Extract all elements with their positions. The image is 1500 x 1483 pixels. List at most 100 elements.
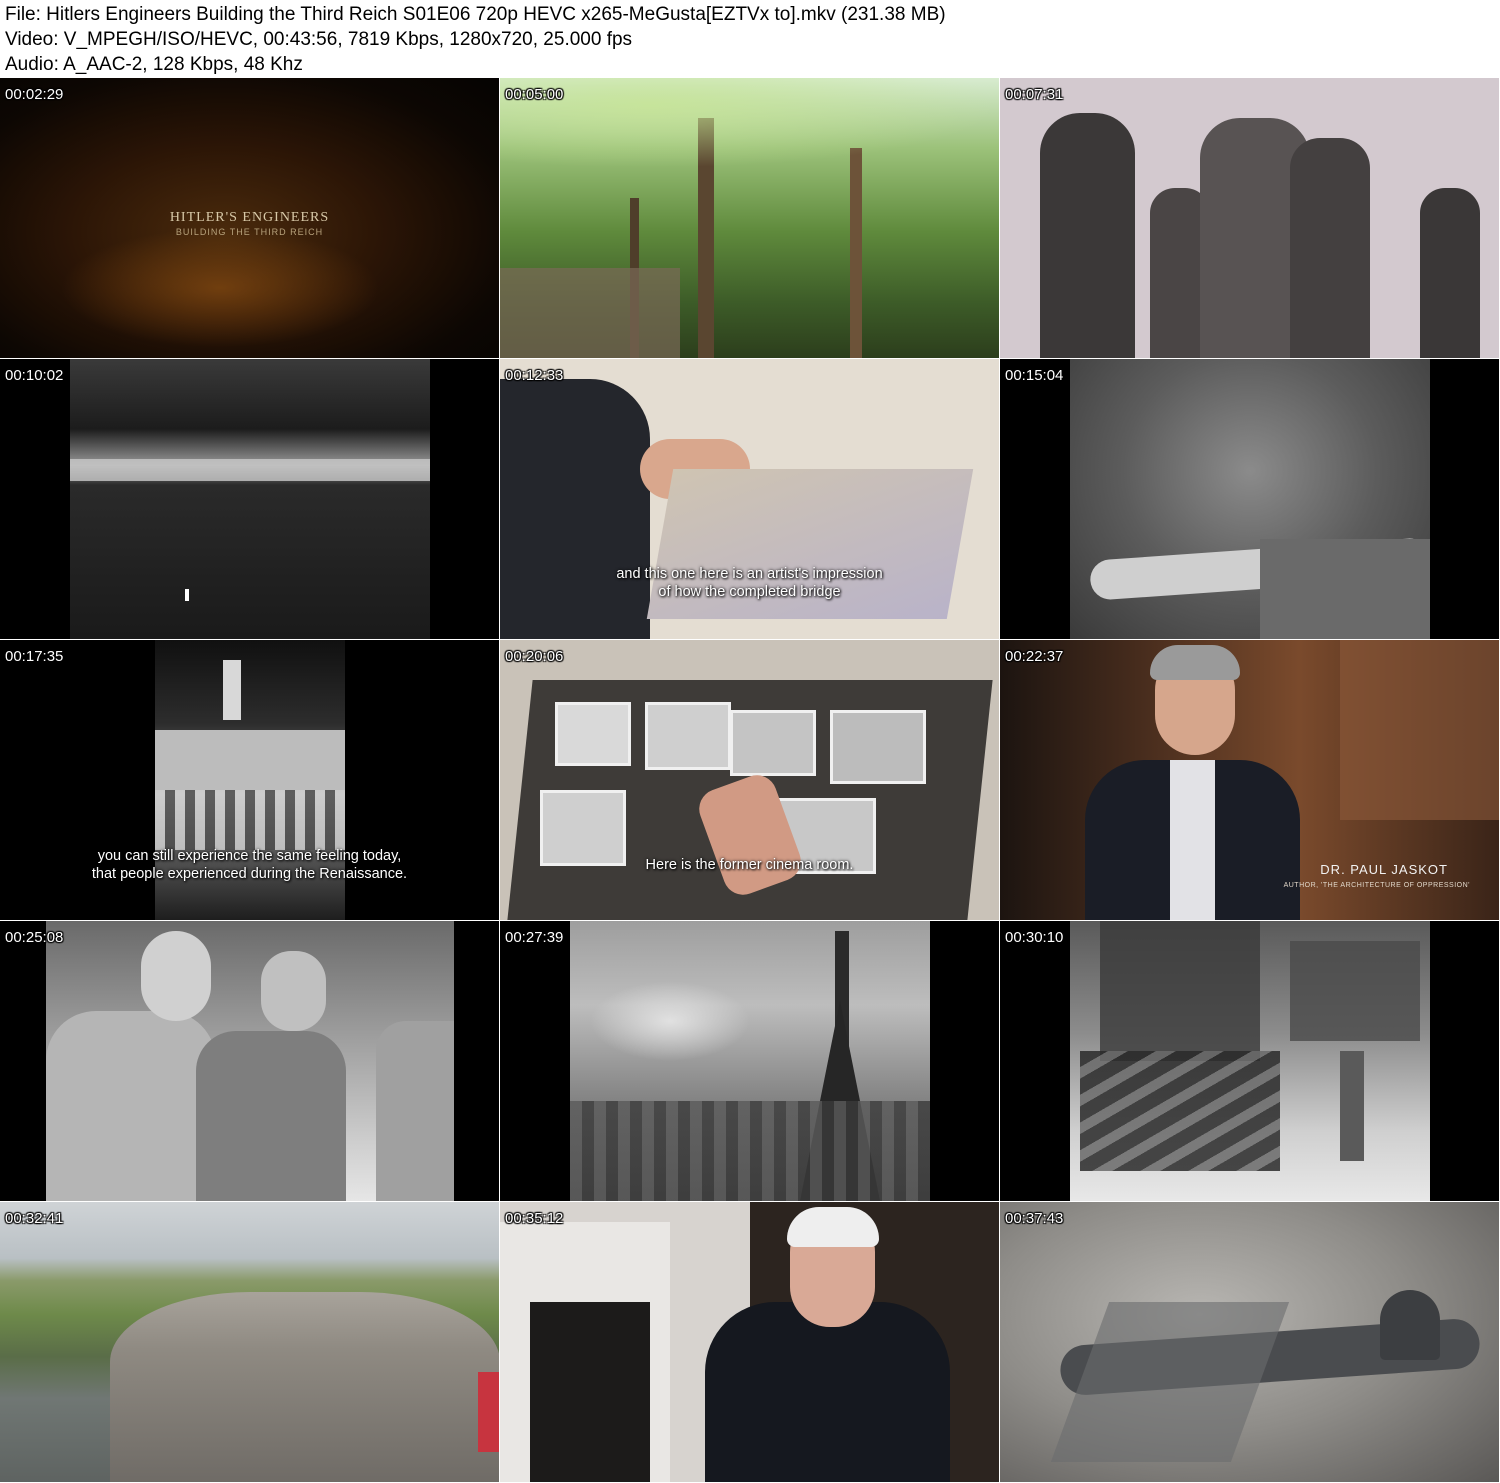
timestamp: 00:35:12 bbox=[505, 1210, 564, 1227]
rock-outcrop bbox=[500, 268, 680, 358]
smoke bbox=[590, 981, 750, 1061]
figure bbox=[196, 1031, 346, 1201]
timestamp: 00:05:00 bbox=[505, 86, 564, 103]
figure bbox=[1420, 188, 1480, 358]
timestamp: 00:30:10 bbox=[1005, 929, 1064, 946]
aircraft-frame bbox=[1000, 1202, 1499, 1482]
ember-glow bbox=[60, 228, 380, 348]
thumbnail-5[interactable]: and this one here is an artist's impress… bbox=[500, 359, 999, 639]
suit-jacket bbox=[705, 1302, 950, 1482]
timestamp: 00:10:02 bbox=[5, 367, 64, 384]
subtitle-line: that people experienced during the Renai… bbox=[91, 866, 408, 882]
album-photo bbox=[540, 790, 626, 866]
subtitle: and this one here is an artist's impress… bbox=[500, 565, 999, 601]
title-card-frame: HITLER'S ENGINEERS BUILDING THE THIRD RE… bbox=[0, 78, 499, 358]
sleeve bbox=[1260, 539, 1430, 639]
figure bbox=[376, 1021, 454, 1201]
file-info-line: File: Hitlers Engineers Building the Thi… bbox=[5, 4, 946, 25]
meeting-photo-frame bbox=[46, 921, 454, 1201]
white-hair bbox=[787, 1207, 879, 1247]
subtitle-line: of how the completed bridge bbox=[658, 584, 841, 600]
machinery bbox=[1100, 921, 1260, 1061]
timestamp: 00:22:37 bbox=[1005, 648, 1064, 665]
leaf-canopy bbox=[500, 78, 999, 168]
subtitle: Here is the former cinema room. bbox=[500, 856, 999, 874]
wing bbox=[1050, 1302, 1290, 1462]
group-photo-frame bbox=[1000, 78, 1499, 358]
workers-row bbox=[1080, 1051, 1280, 1171]
thumbnail-3[interactable]: 00:07:31 bbox=[1000, 78, 1499, 358]
figure bbox=[46, 1011, 216, 1201]
info-header: File: Hitlers Engineers Building the Thi… bbox=[0, 0, 1500, 78]
machinery bbox=[1290, 941, 1420, 1041]
interview-2-frame bbox=[500, 1202, 999, 1482]
thumbnail-8[interactable]: Here is the former cinema room. 00:20:06 bbox=[500, 640, 999, 920]
video-info-line: Video: V_MPEGH/ISO/HEVC, 00:43:56, 7819 … bbox=[5, 29, 633, 50]
timestamp: 00:17:35 bbox=[5, 648, 64, 665]
thumbnail-7[interactable]: you can still experience the same feelin… bbox=[0, 640, 499, 920]
rooftops bbox=[570, 1101, 930, 1201]
album-photo bbox=[645, 702, 731, 770]
timestamp: 00:32:41 bbox=[5, 1210, 64, 1227]
timestamp: 00:20:06 bbox=[505, 648, 564, 665]
sketchbook-frame: and this one here is an artist's impress… bbox=[500, 359, 999, 639]
timestamp: 00:27:39 bbox=[505, 929, 564, 946]
head bbox=[141, 931, 211, 1021]
timestamp: 00:15:04 bbox=[1005, 367, 1064, 384]
timestamp: 00:07:31 bbox=[1005, 86, 1064, 103]
thumbnail-13[interactable]: 00:32:41 bbox=[0, 1202, 499, 1482]
timestamp: 00:02:29 bbox=[5, 86, 64, 103]
red-graffiti bbox=[478, 1372, 499, 1452]
figure bbox=[1040, 113, 1135, 358]
thumbnail-10[interactable]: 00:25:08 bbox=[0, 921, 499, 1201]
album-photo bbox=[730, 710, 816, 776]
thumbnail-1[interactable]: HITLER'S ENGINEERS BUILDING THE THIRD RE… bbox=[0, 78, 499, 358]
subtitle-line: you can still experience the same feelin… bbox=[97, 848, 402, 864]
brick-wall bbox=[1340, 640, 1499, 820]
thumbnail-2[interactable]: 00:05:00 bbox=[500, 78, 999, 358]
timestamp: 00:37:43 bbox=[1005, 1210, 1064, 1227]
arches bbox=[155, 790, 345, 850]
bunker-frame bbox=[0, 1202, 499, 1482]
clock-tower bbox=[223, 660, 241, 720]
thumbnail-4[interactable]: 00:10:02 bbox=[0, 359, 499, 639]
shirt bbox=[1170, 760, 1215, 920]
title-main: HITLER'S ENGINEERS bbox=[169, 210, 330, 225]
figure bbox=[1290, 138, 1370, 358]
tree-trunk bbox=[850, 148, 862, 358]
ledge bbox=[70, 459, 430, 481]
thumbnail-grid: HITLER'S ENGINEERS BUILDING THE THIRD RE… bbox=[0, 78, 1500, 1483]
city-frame bbox=[570, 921, 930, 1201]
title-sub: BUILDING THE THIRD REICH bbox=[175, 227, 324, 237]
timestamp: 00:12:33 bbox=[505, 367, 564, 384]
arcade-building bbox=[155, 730, 345, 790]
thumbnail-6[interactable]: 00:15:04 bbox=[1000, 359, 1499, 639]
concrete-frame bbox=[70, 359, 430, 639]
audio-info-line: Audio: A_AAC-2, 128 Kbps, 48 Khz bbox=[5, 54, 303, 75]
bunker-dome bbox=[110, 1292, 499, 1482]
head bbox=[261, 951, 326, 1031]
photo-album-frame: Here is the former cinema room. bbox=[500, 640, 999, 920]
lower-third-name: DR. PAUL JASKOT bbox=[1320, 862, 1448, 877]
timestamp: 00:25:08 bbox=[5, 929, 64, 946]
construction-frame bbox=[1070, 921, 1430, 1201]
subtitle: you can still experience the same feelin… bbox=[0, 847, 499, 883]
subtitle-line: and this one here is an artist's impress… bbox=[616, 566, 883, 582]
subtitle-line: Here is the former cinema room. bbox=[645, 857, 854, 873]
album-photo bbox=[830, 710, 926, 784]
hair bbox=[1150, 645, 1240, 680]
soldier-figure bbox=[1340, 1051, 1364, 1161]
light-spot bbox=[185, 589, 189, 601]
forest-frame bbox=[500, 78, 999, 358]
thumbnail-14[interactable]: 00:35:12 bbox=[500, 1202, 999, 1482]
thumbnail-12[interactable]: 00:30:10 bbox=[1000, 921, 1499, 1201]
thumbnail-11[interactable]: 00:27:39 bbox=[500, 921, 999, 1201]
thumbnail-9[interactable]: DR. PAUL JASKOT AUTHOR, 'THE ARCHITECTUR… bbox=[1000, 640, 1499, 920]
pointing-arm-frame bbox=[1070, 359, 1430, 639]
tail-fin bbox=[1380, 1290, 1440, 1360]
album-photo bbox=[555, 702, 631, 766]
interview-frame: DR. PAUL JASKOT AUTHOR, 'THE ARCHITECTUR… bbox=[1000, 640, 1499, 920]
fireplace-opening bbox=[530, 1302, 650, 1482]
thumbnail-15[interactable]: 00:37:43 bbox=[1000, 1202, 1499, 1482]
lower-third-role: AUTHOR, 'THE ARCHITECTURE OF OPPRESSION' bbox=[1283, 882, 1470, 889]
